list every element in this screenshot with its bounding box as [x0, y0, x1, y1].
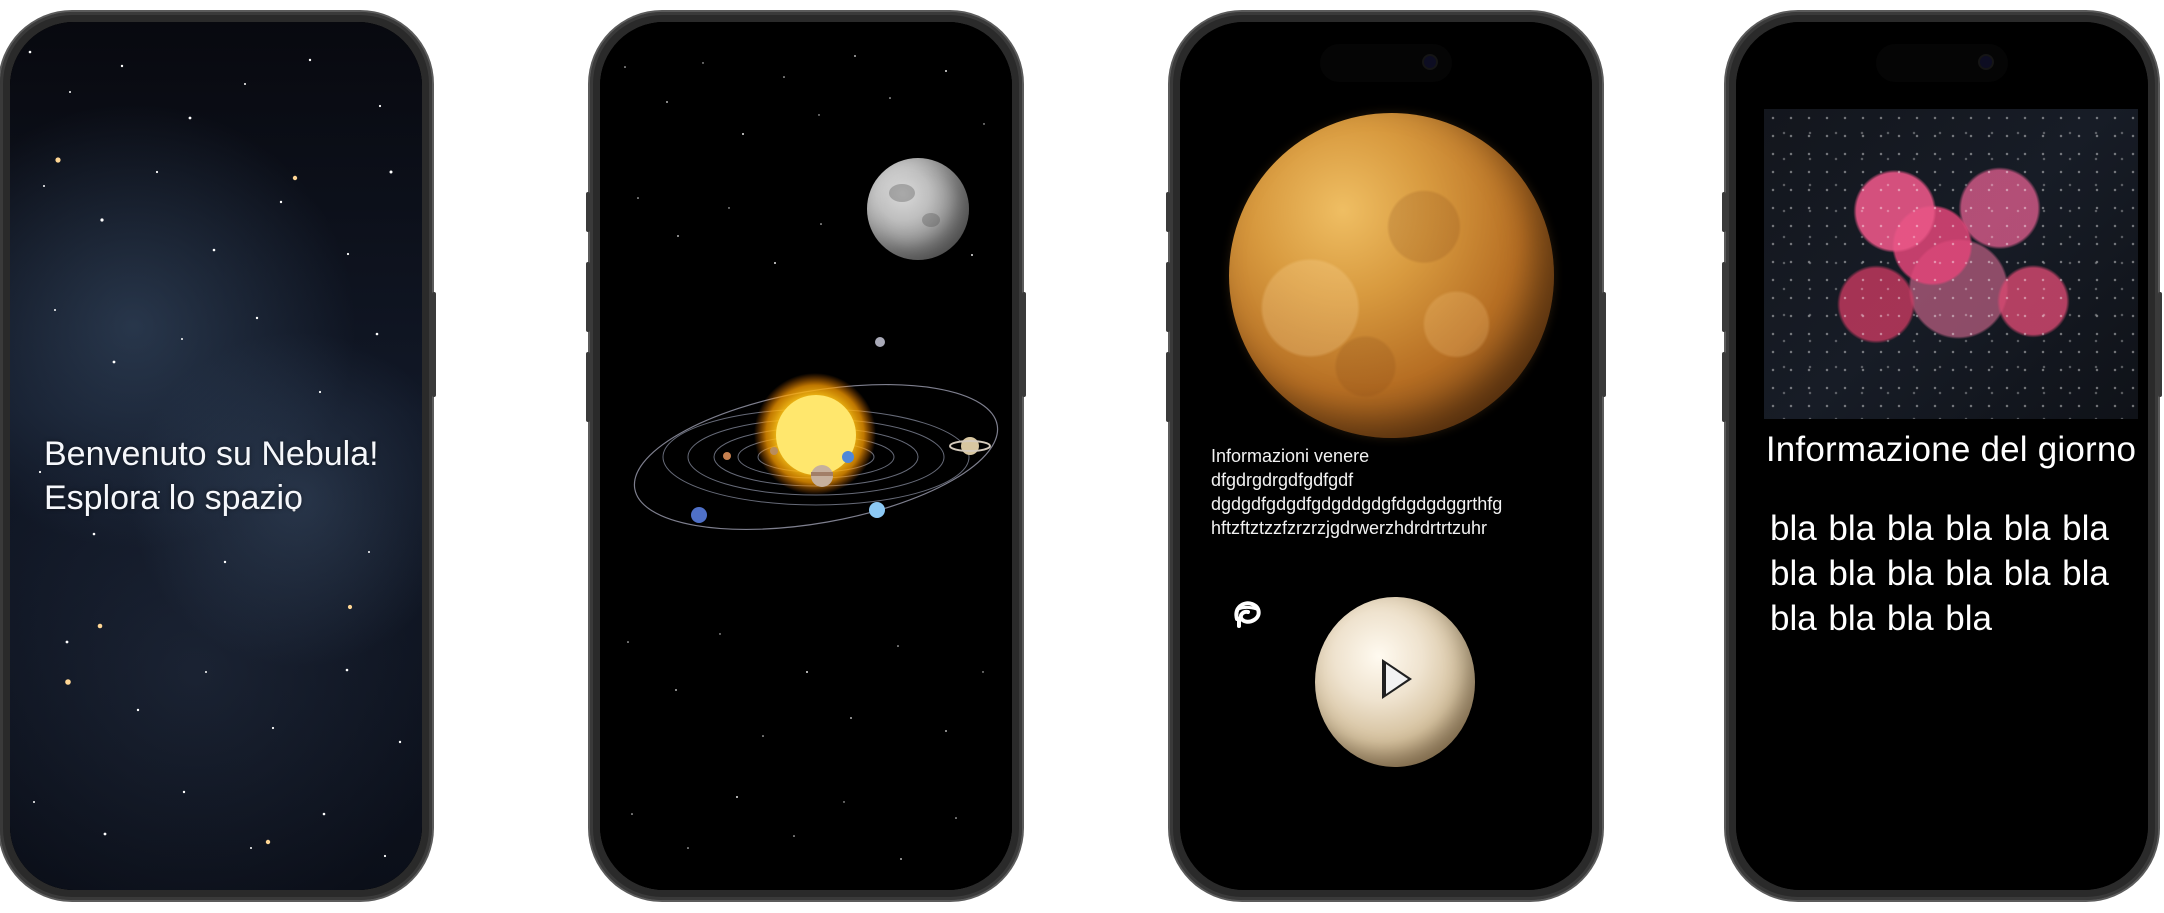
phone-side-button	[586, 262, 590, 332]
phone-side-button	[1722, 352, 1726, 422]
screen-venus-info: Informazioni venere dfgdrgdrgdfgdfgdf dg…	[1180, 22, 1592, 890]
screen-daily-info: Informazione del giorno bla bla bla bla …	[1736, 22, 2148, 890]
phone-side-button	[1722, 192, 1726, 232]
daily-info-body: bla bla bla bla bla bla bla bla bla bla …	[1770, 507, 2130, 641]
moon-image	[867, 158, 969, 260]
welcome-text: Benvenuto su Nebula! Esplora lo spazio	[44, 432, 379, 520]
astronaut-icon[interactable]	[1230, 597, 1264, 631]
phone-side-button	[1166, 192, 1170, 232]
daily-info-title: Informazione del giorno	[1765, 430, 2137, 469]
camera-icon	[1980, 56, 1992, 68]
daily-info-line: bla bla bla bla	[1770, 598, 1992, 638]
phone-side-button	[2158, 292, 2162, 397]
venus-info-title: Informazioni venere	[1211, 446, 1370, 466]
nebula-image	[1764, 109, 2138, 419]
solar-system-image	[633, 337, 999, 531]
phone-side-button	[1722, 262, 1726, 332]
mockup-canvas: Benvenuto su Nebula! Esplora lo spazio I…	[0, 0, 2164, 913]
venus-image	[1229, 113, 1554, 438]
welcome-line: Benvenuto su Nebula!	[44, 435, 379, 473]
screen-solar-system	[600, 22, 1012, 890]
venus-info-text: Informazioni venere dfgdrgdrgdfgdfgdf dg…	[1211, 445, 1591, 541]
venus-info-line: hftzftztzzfzrzrzjgdrwerzhdrdrtrtzuhr	[1211, 517, 1488, 538]
phone-side-button	[586, 352, 590, 422]
screen-welcome: Benvenuto su Nebula! Esplora lo spazio	[10, 22, 422, 890]
camera-icon	[1424, 56, 1436, 68]
dynamic-island	[1876, 44, 2008, 82]
phone-daily-info: Informazione del giorno bla bla bla bla …	[1722, 12, 2162, 900]
phone-welcome: Benvenuto su Nebula! Esplora lo spazio	[0, 12, 436, 900]
dynamic-island	[1320, 44, 1452, 82]
daily-info-line: bla bla bla bla bla bla	[1770, 553, 2109, 593]
play-icon[interactable]	[1382, 659, 1412, 699]
phone-side-button	[1022, 292, 1026, 397]
venus-info-line: dgdgdfgdgdfgdgddgdgfdgdgdggrthfg	[1211, 493, 1503, 514]
phone-side-button	[432, 292, 436, 397]
phone-side-button	[586, 192, 590, 232]
phone-side-button	[1166, 352, 1170, 422]
phone-solar-system	[586, 12, 1026, 900]
phone-side-button	[1166, 262, 1170, 332]
welcome-line: Esplora lo spazio	[44, 479, 303, 518]
venus-info-line: dfgdrgdrgdfgdfgdf	[1211, 469, 1354, 490]
phone-side-button	[1602, 292, 1606, 397]
daily-info-line: bla bla bla bla bla bla	[1770, 509, 2109, 548]
venus-video-thumbnail[interactable]	[1315, 597, 1475, 767]
phone-venus-info: Informazioni venere dfgdrgdrgdfgdfgdf dg…	[1166, 12, 1606, 900]
